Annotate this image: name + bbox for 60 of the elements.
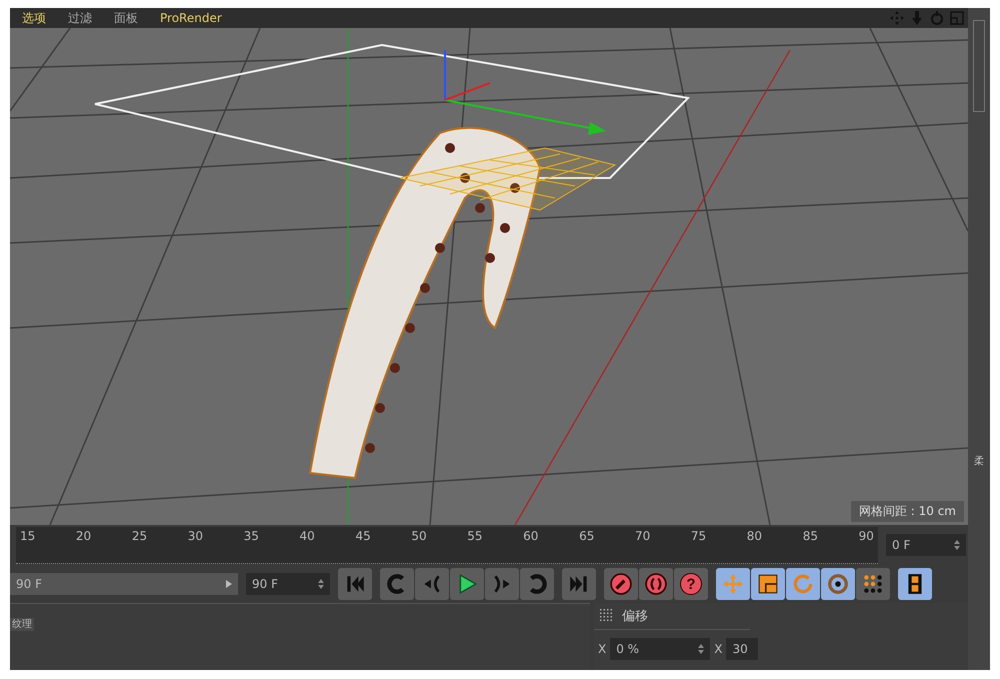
menu-item[interactable]: 面板 xyxy=(114,10,138,26)
frame-tick-label: 45 xyxy=(355,528,371,542)
scale-icon xyxy=(757,573,779,595)
frame-tick-label: 30 xyxy=(188,528,203,542)
ring-icon xyxy=(827,573,849,595)
side-tab[interactable]: 柔 xyxy=(974,454,984,468)
loop-back-button[interactable] xyxy=(380,568,414,600)
spinner-icon xyxy=(954,540,960,550)
go-start-button[interactable] xyxy=(338,568,372,600)
frame-tick-label: 85 xyxy=(802,528,818,542)
frame-tick-label: 35 xyxy=(244,528,259,542)
grid-spacing-label: 网格间距 : 10 cm xyxy=(850,501,964,522)
dot-grid-icon xyxy=(862,573,884,595)
dots-button[interactable] xyxy=(856,568,890,600)
frame-tick-label: 25 xyxy=(132,528,148,542)
offset-field[interactable]: 0 % xyxy=(610,638,710,660)
loop-forward-button[interactable] xyxy=(520,568,554,600)
record-button[interactable] xyxy=(604,568,638,600)
key-icon xyxy=(610,573,632,595)
spinner-icon xyxy=(698,644,704,654)
end-frame-field[interactable]: 90 F xyxy=(246,573,330,595)
scrollbar[interactable] xyxy=(973,20,985,112)
frame-tick-label: 55 xyxy=(467,528,483,542)
grip-icon xyxy=(600,609,614,623)
autokey-button[interactable] xyxy=(639,568,673,600)
frame-tick-label: 40 xyxy=(300,528,315,542)
go-end-button[interactable] xyxy=(562,568,596,600)
texture-tab[interactable]: 纹理 xyxy=(10,618,34,631)
move-icon xyxy=(722,573,744,595)
axis-label: X xyxy=(714,642,722,656)
axis-label: X xyxy=(598,642,606,656)
frame-tick-label: 70 xyxy=(634,528,650,542)
arrow-right-icon xyxy=(226,579,232,589)
frame-tick-label: 60 xyxy=(523,528,538,542)
next-key-button[interactable] xyxy=(485,568,519,600)
frame-tick-label: 15 xyxy=(20,528,36,542)
menu-item[interactable]: 过滤 xyxy=(68,10,92,26)
auto-key-icon xyxy=(645,573,667,595)
film-button[interactable] xyxy=(898,568,932,600)
frame-tick-label: 90 xyxy=(858,528,874,542)
timeline-ruler[interactable]: 15 20 25 30 35 40 45 50 55 60 65 70 75 80 85 90 xyxy=(16,526,878,564)
current-frame-field[interactable]: 0 F xyxy=(886,534,966,556)
frame-tick-label: 65 xyxy=(579,528,594,542)
ring-button[interactable] xyxy=(821,568,855,600)
frame-tick-label: 50 xyxy=(411,528,427,542)
menu-item[interactable]: ProRender xyxy=(160,11,222,25)
frame-tick-label: 80 xyxy=(746,528,762,542)
offset-field[interactable]: 30 xyxy=(726,638,758,660)
menu-item[interactable]: 选项 xyxy=(22,10,46,26)
frame-tick-label: 75 xyxy=(690,528,706,542)
start-frame-field[interactable]: 90 F xyxy=(10,573,238,595)
help-button[interactable]: ? xyxy=(674,568,708,600)
prev-key-button[interactable] xyxy=(415,568,449,600)
spinner-icon xyxy=(318,579,324,589)
panel-title: 偏移 xyxy=(622,608,648,625)
frame-tick-label: 20 xyxy=(76,528,92,542)
3d-viewport-drawing[interactable] xyxy=(10,28,968,525)
play-button[interactable] xyxy=(450,568,484,600)
scale-button[interactable] xyxy=(751,568,785,600)
rotate-icon xyxy=(792,573,814,595)
